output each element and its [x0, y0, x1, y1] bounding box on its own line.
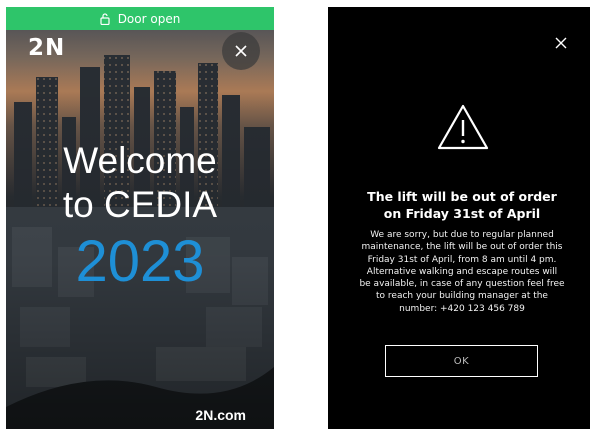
door-status-bar: Door open	[6, 7, 274, 30]
notice-body-line: Friday 31st of April, from 8 am until 4 …	[367, 254, 557, 265]
event-year: 2023	[75, 229, 205, 294]
notice-body-line: maintenance, the lift will be out of ord…	[361, 242, 563, 253]
notice-title: The lift will be out of order on Friday …	[338, 188, 586, 222]
welcome-message: Welcome to CEDIA 2023	[6, 139, 274, 293]
welcome-line-2: to CEDIA	[62, 184, 218, 225]
website-url: 2N.com	[195, 407, 246, 423]
ok-button[interactable]: OK	[385, 345, 538, 377]
notice-title-line-1: The lift will be out of order	[367, 189, 557, 204]
close-button[interactable]	[222, 32, 260, 70]
welcome-screen: Door open 2N Welcome to CEDIA 2023 2N.co…	[6, 7, 274, 429]
notice-body: We are sorry, but due to regular planned…	[344, 229, 580, 315]
notice-body-line: to reach your building manager at the	[376, 291, 548, 302]
notice-body-line: Alternative walking and escape routes wi…	[366, 266, 558, 277]
notice-body-line: number: +420 123 456 789	[399, 303, 525, 314]
close-icon	[235, 42, 247, 61]
brand-logo: 2N	[28, 35, 66, 61]
lock-open-icon	[100, 12, 110, 25]
close-button[interactable]	[551, 33, 571, 53]
door-status-text: Door open	[117, 11, 181, 26]
notice-body-line: be available, in case of any question fe…	[359, 279, 565, 290]
close-icon	[555, 34, 567, 53]
notice-body-line: We are sorry, but due to regular planned	[370, 230, 554, 240]
warning-icon	[436, 103, 490, 155]
notice-title-line-2: on Friday 31st of April	[383, 206, 541, 221]
notice-screen: The lift will be out of order on Friday …	[328, 7, 590, 429]
welcome-line-1: Welcome	[63, 140, 217, 181]
